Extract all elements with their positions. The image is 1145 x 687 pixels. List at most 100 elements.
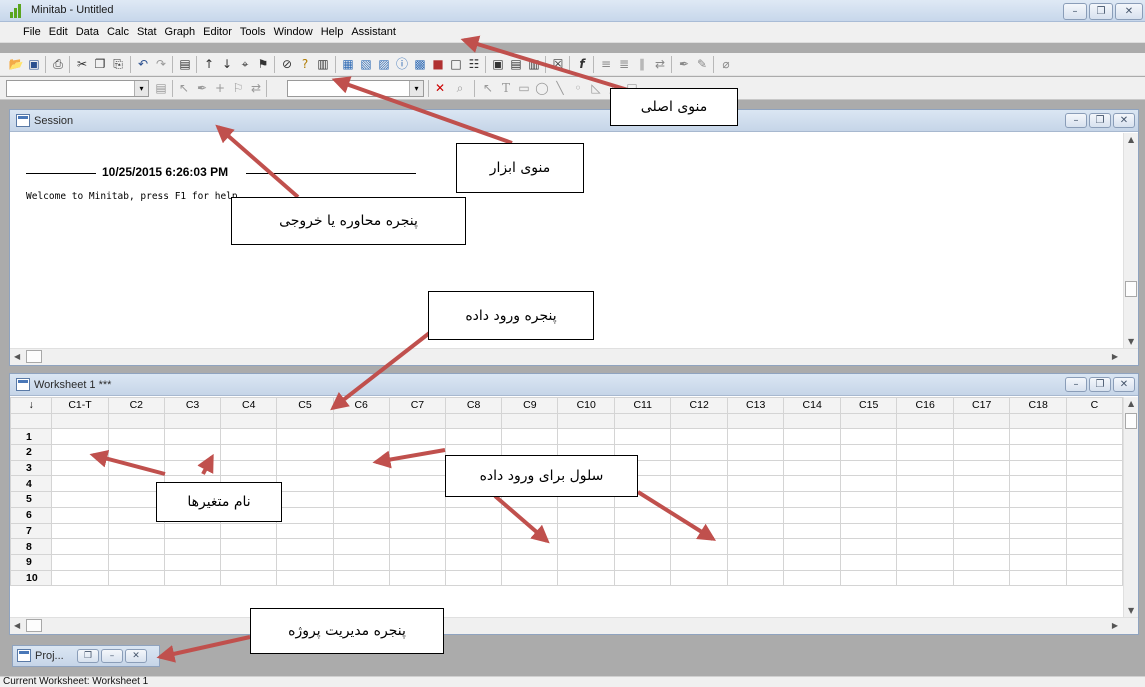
close-button[interactable]: ✕ [125, 649, 147, 663]
crosshair-icon[interactable]: + [212, 80, 228, 96]
related-docs-icon[interactable]: □ [448, 56, 464, 72]
data-cell[interactable] [220, 428, 278, 446]
data-cell[interactable] [332, 491, 390, 508]
data-cell[interactable] [388, 428, 447, 446]
replace-icon[interactable]: ⚑ [255, 56, 271, 72]
text-tool-icon[interactable]: T [498, 80, 514, 96]
data-cell[interactable] [1065, 475, 1123, 493]
chevron-down-icon[interactable]: ▾ [409, 81, 423, 96]
data-cell[interactable] [107, 538, 165, 555]
data-cell[interactable] [163, 553, 222, 571]
data-cell[interactable] [1009, 569, 1067, 587]
brush-tool-icon[interactable]: ✒ [194, 80, 210, 96]
column-header[interactable]: C8 [445, 397, 503, 414]
previous-command-icon[interactable]: ↑ [201, 56, 217, 72]
data-cell[interactable] [220, 522, 278, 540]
report-pad-icon[interactable]: ■ [430, 56, 446, 72]
menu-data[interactable]: Data [76, 26, 99, 38]
close-button[interactable]: ✕ [1113, 377, 1135, 392]
column-header[interactable]: C15 [839, 397, 898, 414]
data-cell[interactable] [952, 506, 1011, 524]
data-cell[interactable] [276, 491, 334, 508]
data-cell[interactable] [445, 522, 503, 540]
data-cell[interactable] [783, 538, 841, 555]
data-cell[interactable] [332, 444, 390, 461]
select-pointer-icon[interactable]: ↖ [176, 80, 192, 96]
column-header[interactable]: C12 [670, 397, 728, 414]
data-cell[interactable] [783, 444, 841, 461]
data-cell[interactable] [839, 553, 898, 571]
scroll-thumb[interactable] [1125, 281, 1137, 297]
data-cell[interactable] [726, 506, 785, 524]
data-cell[interactable] [896, 428, 954, 446]
menu-help[interactable]: Help [321, 26, 344, 38]
data-cell[interactable] [952, 444, 1011, 461]
data-cell[interactable] [726, 459, 785, 477]
data-cell[interactable] [1009, 428, 1067, 446]
scroll-down-icon[interactable]: ▼ [1128, 337, 1134, 346]
data-cell[interactable] [332, 475, 390, 493]
column-name-cell[interactable] [952, 412, 1011, 430]
data-cell[interactable] [952, 522, 1011, 540]
data-cell[interactable] [839, 569, 898, 587]
data-cell[interactable] [726, 475, 785, 493]
redo-icon[interactable]: ↷ [153, 56, 169, 72]
column-name-cell[interactable] [613, 412, 672, 430]
data-cell[interactable] [332, 538, 390, 555]
project-manager-minimized[interactable]: Proj... ❐ – ✕ [12, 645, 160, 667]
paste-icon[interactable]: ⎘ [110, 56, 126, 72]
data-cell[interactable] [952, 538, 1011, 555]
close-button[interactable]: ✕ [1113, 113, 1135, 128]
data-cell[interactable] [952, 475, 1011, 493]
next-command-icon[interactable]: ↓ [219, 56, 235, 72]
data-cell[interactable] [107, 428, 165, 446]
column-name-cell[interactable] [163, 412, 222, 430]
item-selector-combo[interactable]: ▾ [6, 80, 149, 97]
data-cell[interactable] [1065, 491, 1123, 508]
column-header[interactable]: C3 [163, 397, 222, 414]
data-cell[interactable] [1065, 569, 1123, 587]
menu-assistant[interactable]: Assistant [351, 26, 396, 38]
data-cell[interactable] [332, 506, 390, 524]
data-cell[interactable] [896, 459, 954, 477]
data-cell[interactable] [332, 428, 390, 446]
data-cell[interactable] [613, 428, 672, 446]
data-cell[interactable] [1065, 522, 1123, 540]
data-cell[interactable] [557, 569, 615, 587]
data-cell[interactable] [783, 569, 841, 587]
cancel-command-icon[interactable]: ⊘ [279, 56, 295, 72]
row-header[interactable]: 10 [10, 569, 53, 587]
data-cell[interactable] [613, 506, 672, 524]
scroll-left-icon[interactable]: ◀ [14, 621, 20, 630]
data-cell[interactable] [388, 506, 447, 524]
column-name-cell[interactable] [107, 412, 165, 430]
row-header[interactable]: 1 [10, 428, 53, 446]
ellipse-tool-icon[interactable]: ◯ [534, 80, 550, 96]
scroll-thumb[interactable] [26, 350, 42, 363]
data-cell[interactable] [388, 538, 447, 555]
data-cell[interactable] [51, 522, 109, 540]
data-cell[interactable] [839, 522, 898, 540]
undo-icon[interactable]: ↶ [135, 56, 151, 72]
marker-tool-icon[interactable]: ◦ [570, 80, 586, 96]
column-name-cell[interactable] [896, 412, 954, 430]
select-all-corner[interactable]: ↓ [10, 397, 53, 414]
data-cell[interactable] [726, 428, 785, 446]
data-cell[interactable] [501, 428, 559, 446]
edit-last-dialog-icon[interactable]: ▤ [177, 56, 193, 72]
data-cell[interactable] [107, 444, 165, 461]
data-cell[interactable] [276, 522, 334, 540]
data-cell[interactable] [839, 538, 898, 555]
row-header[interactable]: 7 [10, 522, 53, 540]
restore-button[interactable]: ❐ [77, 649, 99, 663]
data-cell[interactable] [896, 538, 954, 555]
data-cell[interactable] [1065, 459, 1123, 477]
edit-item-icon[interactable]: ▤ [153, 80, 169, 96]
worksheet-horizontal-scrollbar[interactable]: ◀ ▶ [10, 617, 1138, 634]
data-cell[interactable] [670, 428, 728, 446]
column-name-cell[interactable] [726, 412, 785, 430]
data-cell[interactable] [1009, 444, 1067, 461]
data-cell[interactable] [501, 506, 559, 524]
data-cell[interactable] [896, 569, 954, 587]
print-icon[interactable]: ⎙ [50, 56, 66, 72]
